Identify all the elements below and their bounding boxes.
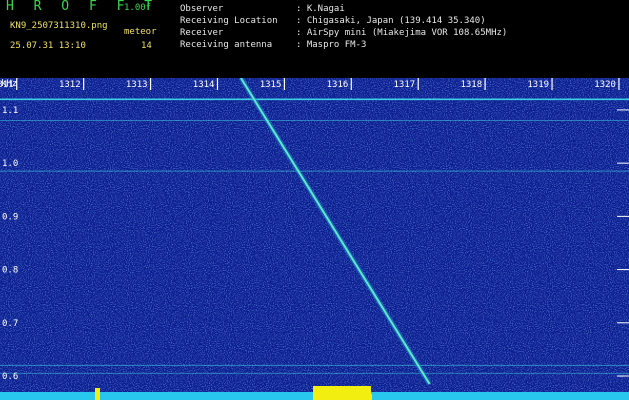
datetime-label: 25.07.31 13:10 [10,41,86,51]
spectrogram-noise [0,78,629,400]
info-label-antenna: Receiving antenna [180,40,273,50]
time-tick-label: 1319 [527,80,549,90]
burst-marker [313,386,371,400]
header-panel: H R O F F T 1.00f KN9_2507311310.png met… [0,0,629,78]
info-label-location: Receiving Location [180,16,278,26]
info-value-location: : Chigasaki, Japan (139.414 35.340) [296,16,486,26]
version-label: 1.00f [124,3,152,13]
freq-tick-label: 1.1 [2,106,18,116]
freq-tick-label: 0.9 [2,212,18,222]
info-value-observer: : K.Nagai [296,4,345,14]
time-tick-label: 1320 [594,80,616,90]
meteor-label: meteor [124,27,157,37]
burst-marker [366,394,372,400]
time-tick-label: 1317 [394,80,416,90]
time-tick-label: 1316 [327,80,349,90]
info-label-observer: Observer [180,4,224,14]
time-tick-label: 1315 [260,80,282,90]
freq-tick-label: 0.8 [2,266,18,276]
time-tick-label: 1318 [460,80,482,90]
freq-tick-label: 0.6 [2,372,18,382]
burst-marker [95,388,100,400]
time-tick-label: 1314 [193,80,215,90]
freq-tick-label: 0.7 [2,319,18,329]
info-label-receiver: Receiver [180,28,224,38]
info-value-antenna: : Maspro FM-3 [296,40,367,50]
freq-tick-label: 1.0 [2,159,18,169]
freq-unit-label: kHz [1,79,17,89]
spectrogram-chart: 1311131213131314131513161317131813191320… [0,78,629,400]
filename-label: KN9_2507311310.png [10,21,108,31]
time-tick-label: 1313 [126,80,148,90]
info-value-receiver: : AirSpy mini (Miakejima VOR 108.65MHz) [296,28,508,38]
time-tick-label: 1312 [59,80,81,90]
meteor-count: 14 [141,41,152,51]
